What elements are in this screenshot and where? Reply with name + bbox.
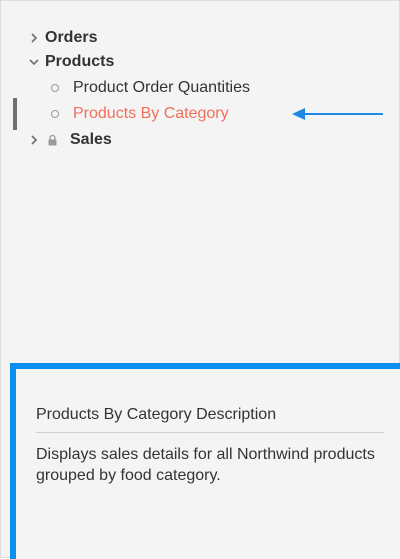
divider: [36, 432, 384, 433]
tree-item-label: Product Order Quantities: [73, 79, 250, 96]
chevron-right-icon[interactable]: [27, 129, 41, 151]
bullet-icon: [51, 110, 59, 118]
tree-node-orders[interactable]: Orders: [27, 27, 97, 49]
report-browser: Orders Products Product Order Quantities…: [0, 0, 400, 559]
tree-item-products-by-category[interactable]: Products By Category: [51, 103, 229, 125]
tree-item-product-order-quantities[interactable]: Product Order Quantities: [51, 77, 250, 99]
chevron-down-icon[interactable]: [27, 51, 41, 73]
report-tree: Orders Products Product Order Quantities…: [1, 1, 399, 361]
tree-item-label: Products By Category: [73, 105, 229, 122]
tree-node-products[interactable]: Products: [27, 51, 114, 73]
tree-node-label: Products: [45, 53, 115, 70]
tree-node-label: Sales: [70, 131, 112, 148]
bullet-icon: [51, 84, 59, 92]
pointer-arrow-icon: [292, 108, 383, 120]
description-panel: Products By Category Description Display…: [10, 363, 400, 559]
description-text: Displays sales details for all Northwind…: [36, 446, 375, 484]
description-title: Products By Category Description: [36, 406, 277, 423]
chevron-right-icon[interactable]: [27, 27, 41, 49]
selection-indicator: [13, 98, 17, 130]
lock-icon: [47, 134, 58, 146]
tree-node-label: Orders: [45, 29, 98, 46]
tree-node-sales[interactable]: Sales: [27, 129, 112, 151]
